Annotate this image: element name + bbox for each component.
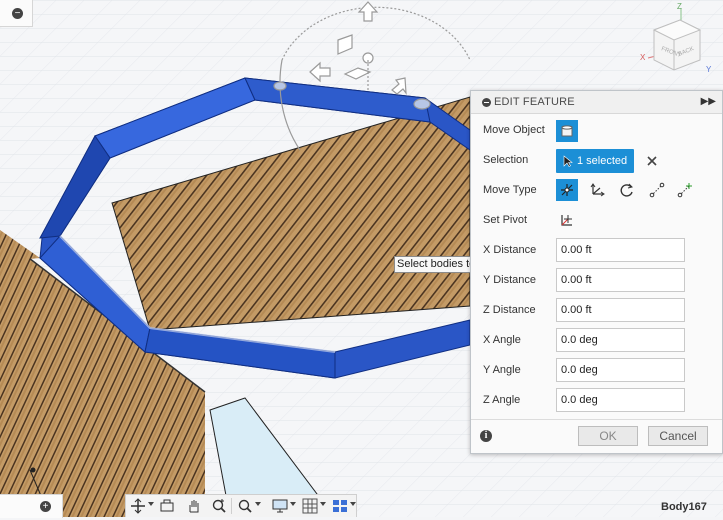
ok-button[interactable]: OK	[578, 426, 638, 446]
toolbar-divider	[231, 498, 232, 514]
z-distance-label: Z Distance	[483, 304, 536, 316]
move-type-label: Move Type	[483, 184, 537, 196]
x-distance-label: X Distance	[483, 244, 537, 256]
move-object-bodies-button[interactable]	[556, 120, 578, 142]
cancel-button[interactable]: Cancel	[648, 426, 708, 446]
svg-text:Y: Y	[706, 65, 712, 74]
rotate-type-button[interactable]	[616, 179, 638, 201]
fit-icon[interactable]	[237, 498, 253, 514]
look-at-icon[interactable]	[159, 498, 175, 514]
x-angle-label: X Angle	[483, 334, 521, 346]
body-icon	[561, 125, 573, 137]
x-distance-input[interactable]: 0.00 ft	[556, 238, 685, 262]
point-to-position-icon	[677, 183, 692, 198]
svg-text:X: X	[640, 53, 646, 62]
browser-panel-toggle[interactable]: −	[0, 0, 33, 27]
orbit-icon[interactable]	[130, 498, 146, 514]
point-to-position-type-button[interactable]	[674, 179, 696, 201]
z-angle-input[interactable]: 0.0 deg	[556, 388, 685, 412]
clear-selection-button[interactable]	[641, 150, 663, 172]
selected-body-name: Body167	[661, 501, 707, 513]
free-move-icon	[561, 184, 573, 196]
collapse-icon: −	[12, 8, 23, 19]
dialog-header: EDIT FEATURE ▶▶	[471, 91, 722, 114]
display-settings-icon[interactable]	[272, 498, 288, 514]
move-object-label: Move Object	[483, 124, 545, 136]
set-pivot-label: Set Pivot	[483, 214, 528, 226]
y-angle-input[interactable]: 0.0 deg	[556, 358, 685, 382]
svg-text:Z: Z	[677, 2, 682, 11]
display-dropdown-icon[interactable]	[290, 502, 296, 506]
z-angle-label: Z Angle	[483, 394, 521, 406]
x-angle-input[interactable]: 0.0 deg	[556, 328, 685, 352]
translate-type-button[interactable]	[586, 179, 608, 201]
selection-label: Selection	[483, 154, 529, 166]
rotate-icon	[620, 183, 633, 197]
orbit-dropdown-icon[interactable]	[148, 502, 154, 506]
y-distance-input[interactable]: 0.00 ft	[556, 268, 685, 292]
expand-dialog-icon[interactable]: ▶▶	[701, 96, 716, 107]
zoom-icon[interactable]	[211, 498, 227, 514]
set-pivot-button[interactable]	[556, 209, 578, 231]
translate-icon	[590, 183, 605, 197]
info-icon[interactable]: i	[480, 430, 492, 442]
point-to-point-type-button[interactable]	[646, 179, 668, 201]
navigation-toolbar	[125, 494, 357, 517]
expand-icon: +	[40, 501, 51, 512]
viewports-dropdown-icon[interactable]	[350, 502, 356, 506]
y-angle-label: Y Angle	[483, 364, 521, 376]
point-to-point-icon	[649, 182, 665, 198]
zoom-dropdown-icon[interactable]	[255, 502, 261, 506]
footer-divider	[471, 419, 722, 420]
selection-button[interactable]: 1 selected	[556, 149, 634, 173]
y-distance-label: Y Distance	[483, 274, 536, 286]
grid-icon[interactable]	[302, 498, 318, 514]
close-icon	[647, 156, 657, 166]
pivot-icon	[561, 215, 572, 226]
cursor-arrow-icon	[563, 155, 573, 167]
selection-count: 1 selected	[577, 155, 628, 167]
viewports-icon[interactable]	[332, 498, 348, 514]
comments-panel-toggle[interactable]: +	[0, 494, 63, 518]
grid-dropdown-icon[interactable]	[320, 502, 326, 506]
edit-feature-dialog: EDIT FEATURE ▶▶ Move Object Selection 1 …	[470, 90, 723, 454]
pan-icon[interactable]	[186, 498, 202, 514]
dialog-title: EDIT FEATURE	[494, 96, 575, 108]
collapse-icon[interactable]	[482, 98, 491, 107]
free-move-type-button[interactable]	[556, 179, 578, 201]
z-distance-input[interactable]: 0.00 ft	[556, 298, 685, 322]
